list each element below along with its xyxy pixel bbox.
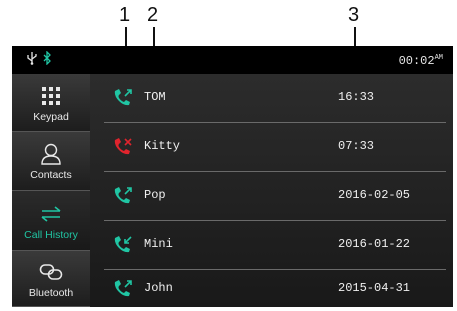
call-history-list: TOM 16:33 Kitty 07:33 Pop 2016-02-05 Min… [90,74,453,307]
outgoing-call-icon [112,279,134,299]
call-date: 2016-02-05 [338,188,411,202]
sidebar-item-contacts[interactable]: Contacts [12,132,90,191]
clock: 00:02AM [399,54,443,68]
sidebar-item-label: Keypad [33,110,69,123]
sidebar: Keypad Contacts Call History Bluetooth [12,74,90,307]
callout-label-3: 3 [348,4,360,26]
clock-time: 00:02 [398,54,435,68]
call-row-pop[interactable]: Pop 2016-02-05 [90,172,453,220]
sidebar-item-keypad[interactable]: Keypad [12,74,90,132]
call-time: 16:33 [338,90,375,104]
usb-icon [26,51,38,70]
outgoing-call-icon [112,88,134,108]
person-icon [40,141,62,167]
keypad-grid-icon [42,83,60,109]
clock-ampm: AM [434,54,443,62]
call-name: TOM [144,90,166,104]
callout-label-2: 2 [147,4,159,26]
status-bar: 00:02AM [12,46,453,74]
call-name: Mini [144,237,173,251]
call-row-john[interactable]: John 2015-04-31 [90,270,453,307]
sidebar-item-label: Call History [24,228,78,241]
sidebar-item-label: Bluetooth [28,286,74,299]
sidebar-item-label: Contacts [30,169,72,181]
call-row-mini[interactable]: Mini 2016-01-22 [90,221,453,269]
call-date: 2016-01-22 [338,237,411,251]
link-icon [39,259,63,285]
bluetooth-icon [42,50,52,70]
head-unit-screen: 00:02AM Keypad Contacts Call History Blu… [12,46,453,307]
call-row-kitty[interactable]: Kitty 07:33 [90,123,453,171]
swap-arrows-icon [40,201,62,227]
status-icons [26,50,52,70]
call-name: Kitty [144,139,181,153]
incoming-call-icon [112,235,134,255]
call-name: Pop [144,188,166,202]
callout-label-1: 1 [119,4,131,26]
missed-call-icon [112,137,134,157]
sidebar-item-call-history[interactable]: Call History [12,191,90,250]
call-time: 07:33 [338,139,375,153]
call-date: 2015-04-31 [338,281,411,295]
call-row-tom[interactable]: TOM 16:33 [90,74,453,122]
call-name: John [144,281,173,295]
outgoing-call-icon [112,186,134,206]
sidebar-item-bluetooth[interactable]: Bluetooth [12,250,90,307]
